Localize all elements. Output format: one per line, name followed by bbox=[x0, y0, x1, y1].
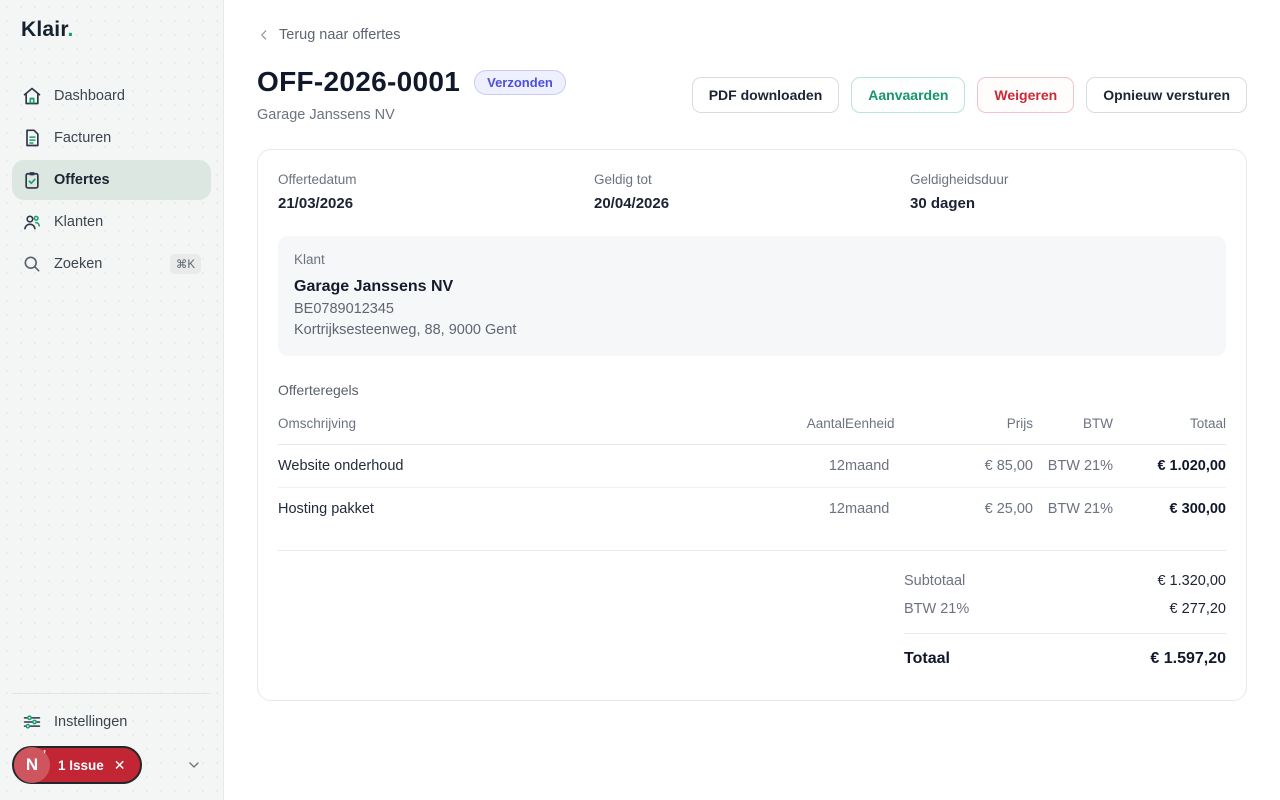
chevron-left-icon bbox=[257, 28, 271, 42]
subtotal-value: € 1.320,00 bbox=[1157, 573, 1226, 589]
line-description: Hosting pakket bbox=[278, 501, 374, 517]
table-header-row: Omschrijving Aantal Eenheid Prijs BTW To… bbox=[278, 416, 1226, 445]
col-vat: BTW bbox=[1083, 416, 1113, 431]
resend-button[interactable]: Opnieuw versturen bbox=[1086, 76, 1247, 113]
meta-offertedatum: Offertedatum 21/03/2026 bbox=[278, 172, 594, 212]
lines-section-label: Offerteregels bbox=[278, 382, 359, 398]
line-price: € 25,00 bbox=[984, 501, 1033, 517]
table-row: Website onderhoud 12 maand € 85,00 BTW 2… bbox=[278, 445, 1226, 488]
clipboard-check-icon bbox=[22, 170, 42, 190]
offer-detail-card: Offertedatum 21/03/2026 Geldig tot 20/04… bbox=[257, 149, 1247, 701]
meta-value: 21/03/2026 bbox=[278, 195, 354, 212]
pdf-download-button[interactable]: PDF downloaden bbox=[691, 76, 840, 113]
sidebar-item-klanten[interactable]: Klanten bbox=[12, 202, 211, 242]
settings-label: Instellingen bbox=[54, 714, 128, 730]
meta-value: 20/04/2026 bbox=[594, 195, 670, 212]
page-header: OFF-2026-0001 Verzonden Garage Janssens … bbox=[257, 66, 1247, 123]
issue-badge[interactable]: N 1 Issue ✕ bbox=[12, 746, 142, 784]
issue-widget: N 1 Issue ✕ bbox=[12, 746, 211, 784]
page-subtitle: Garage Janssens NV bbox=[257, 107, 395, 123]
col-unit: Eenheid bbox=[845, 416, 895, 431]
table-row: Hosting pakket 12 maand € 25,00 BTW 21% … bbox=[278, 488, 1226, 530]
totals-block: Subtotaal € 1.320,00 BTW 21% € 277,20 To… bbox=[904, 567, 1226, 674]
sidebar-nav: Dashboard Facturen Offertes Klanten Zoek… bbox=[12, 76, 211, 284]
sidebar-item-label: Zoeken bbox=[54, 256, 103, 272]
line-unit: maand bbox=[845, 458, 890, 474]
brand-dot: . bbox=[67, 18, 74, 41]
grand-total-label: Totaal bbox=[904, 650, 950, 667]
meta-label: Geldigheidsduur bbox=[910, 172, 1009, 187]
sidebar-item-label: Facturen bbox=[54, 130, 112, 146]
app-logo: Klair. bbox=[12, 18, 211, 42]
client-name: Garage Janssens NV bbox=[294, 278, 454, 295]
client-address: Kortrijksesteenweg, 88, 9000 Gent bbox=[294, 322, 517, 338]
line-price: € 85,00 bbox=[984, 458, 1033, 474]
issue-logo-avatar: N bbox=[14, 747, 50, 783]
line-unit: maand bbox=[845, 501, 890, 517]
grand-total-value: € 1.597,20 bbox=[1150, 650, 1226, 667]
totals-divider bbox=[278, 550, 1226, 551]
sidebar-divider bbox=[12, 693, 211, 694]
meta-value: 30 dagen bbox=[910, 195, 976, 212]
shortcut-kbd: ⌘K bbox=[169, 254, 201, 274]
sidebar-item-label: Offertes bbox=[54, 172, 110, 188]
sliders-icon bbox=[22, 712, 42, 732]
vat-label: BTW 21% bbox=[904, 601, 970, 617]
sidebar-item-offertes[interactable]: Offertes bbox=[12, 160, 211, 200]
vat-row: BTW 21% € 277,20 bbox=[904, 595, 1226, 623]
reject-button[interactable]: Weigeren bbox=[977, 76, 1075, 113]
page-title: OFF-2026-0001 bbox=[257, 66, 461, 97]
home-icon bbox=[22, 86, 42, 106]
col-price: Prijs bbox=[1006, 416, 1033, 431]
line-qty: 12 bbox=[828, 458, 845, 474]
users-icon bbox=[22, 212, 42, 232]
status-badge: Verzonden bbox=[474, 69, 566, 95]
chevron-down-icon[interactable] bbox=[186, 757, 202, 773]
accept-button[interactable]: Aanvaarden bbox=[851, 76, 966, 113]
line-vat: BTW 21% bbox=[1047, 458, 1113, 474]
brand-name: Klair bbox=[21, 18, 68, 41]
offer-meta: Offertedatum 21/03/2026 Geldig tot 20/04… bbox=[278, 172, 1226, 212]
meta-geldig-tot: Geldig tot 20/04/2026 bbox=[594, 172, 910, 212]
col-description: Omschrijving bbox=[278, 416, 357, 431]
back-link-label: Terug naar offertes bbox=[279, 27, 401, 43]
client-box: Klant Garage Janssens NV BE0789012345 Ko… bbox=[278, 236, 1226, 356]
meta-geldigheidsduur: Geldigheidsduur 30 dagen bbox=[910, 172, 1226, 212]
line-total: € 1.020,00 bbox=[1157, 458, 1226, 474]
col-total: Totaal bbox=[1189, 416, 1226, 431]
meta-label: Geldig tot bbox=[594, 172, 652, 187]
line-vat: BTW 21% bbox=[1047, 501, 1113, 517]
sidebar-item-label: Klanten bbox=[54, 214, 104, 230]
sidebar: Klair. Dashboard Facturen Offertes Klant… bbox=[0, 0, 224, 800]
sidebar-item-facturen[interactable]: Facturen bbox=[12, 118, 211, 158]
vat-value: € 277,20 bbox=[1169, 601, 1226, 617]
back-link[interactable]: Terug naar offertes bbox=[257, 27, 400, 43]
title-block: OFF-2026-0001 Verzonden Garage Janssens … bbox=[257, 66, 566, 123]
issue-count-label: 1 Issue bbox=[58, 757, 104, 773]
subtotal-row: Subtotaal € 1.320,00 bbox=[904, 567, 1226, 595]
search-icon bbox=[22, 254, 42, 274]
header-actions: PDF downloaden Aanvaarden Weigeren Opnie… bbox=[691, 76, 1247, 113]
sidebar-item-dashboard[interactable]: Dashboard bbox=[12, 76, 211, 116]
subtotal-label: Subtotaal bbox=[904, 573, 966, 589]
invoice-icon bbox=[22, 128, 42, 148]
col-qty: Aantal bbox=[806, 416, 845, 431]
main-content: Terug naar offertes OFF-2026-0001 Verzon… bbox=[224, 0, 1280, 800]
meta-label: Offertedatum bbox=[278, 172, 357, 187]
offer-lines-table: Omschrijving Aantal Eenheid Prijs BTW To… bbox=[278, 416, 1226, 530]
line-total: € 300,00 bbox=[1169, 501, 1226, 517]
grand-total-row: Totaal € 1.597,20 bbox=[904, 634, 1226, 674]
sidebar-item-zoeken[interactable]: Zoeken ⌘K bbox=[12, 244, 211, 284]
sidebar-footer: Instellingen N 1 Issue ✕ bbox=[12, 693, 211, 784]
client-label: Klant bbox=[294, 252, 325, 267]
sidebar-item-label: Dashboard bbox=[54, 88, 125, 104]
client-vat: BE0789012345 bbox=[294, 301, 394, 317]
sidebar-item-instellingen[interactable]: Instellingen bbox=[12, 708, 211, 746]
line-description: Website onderhoud bbox=[278, 458, 404, 474]
close-icon[interactable]: ✕ bbox=[114, 757, 126, 774]
line-qty: 12 bbox=[828, 501, 845, 517]
